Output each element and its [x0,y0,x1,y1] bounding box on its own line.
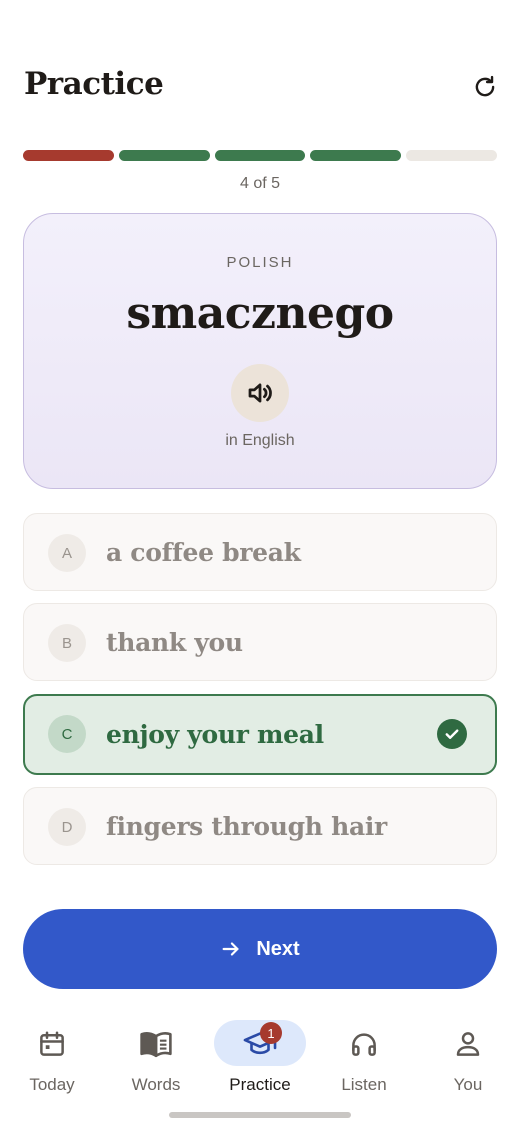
option-letter: C [48,715,86,753]
reset-button[interactable] [466,70,504,104]
next-button[interactable]: Next [23,909,497,989]
option-text: a coffee break [106,538,301,567]
nav-label: Practice [229,1075,291,1094]
person-icon [456,1032,480,1056]
progress-segment-wrong [23,150,114,161]
check-icon [437,719,467,749]
option-text: enjoy your meal [106,720,324,749]
option-letter: D [48,808,86,846]
option-letter: B [48,624,86,662]
nav-item-today[interactable]: Today [6,1020,98,1100]
notification-badge: 1 [260,1022,282,1044]
progress-bar [23,150,497,161]
progress-segment-correct [310,150,402,161]
arrow-right-icon [222,942,239,956]
home-indicator [169,1112,351,1118]
refresh-icon [475,75,495,97]
progress-segment-correct [214,150,306,161]
play-audio-button[interactable] [231,364,289,422]
answer-option-c[interactable]: C enjoy your meal [23,694,497,775]
answer-option-b[interactable]: B thank you [23,603,497,681]
nav-label: Listen [341,1075,387,1094]
nav-item-practice[interactable]: 1 Practice [214,1020,306,1100]
card-hint: in English [225,432,295,449]
page-title: Practice [24,66,164,102]
nav-item-you[interactable]: You [422,1020,514,1100]
progress-segment-pending [406,150,497,161]
answer-option-d[interactable]: D fingers through hair [23,787,497,865]
card-language: POLISH [226,254,294,271]
headphones-icon [352,1033,376,1056]
answer-option-a[interactable]: A a coffee break [23,513,497,591]
progress-segment-correct [118,150,210,161]
option-text: fingers through hair [106,812,387,841]
nav-item-words[interactable]: Words [110,1020,202,1100]
book-icon [140,1032,172,1058]
next-button-label: Next [256,937,300,960]
card-word: smacznego [126,288,394,339]
nav-label: You [453,1075,483,1094]
speaker-icon [248,383,272,403]
option-letter: A [48,534,86,572]
progress-counter: 4 of 5 [239,175,281,192]
nav-item-listen[interactable]: Listen [318,1020,410,1100]
nav-label: Words [131,1075,181,1094]
word-card: POLISH smacznego in English [23,213,497,489]
nav-label: Today [29,1075,75,1094]
option-text: thank you [106,628,243,657]
calendar-icon [40,1031,64,1056]
